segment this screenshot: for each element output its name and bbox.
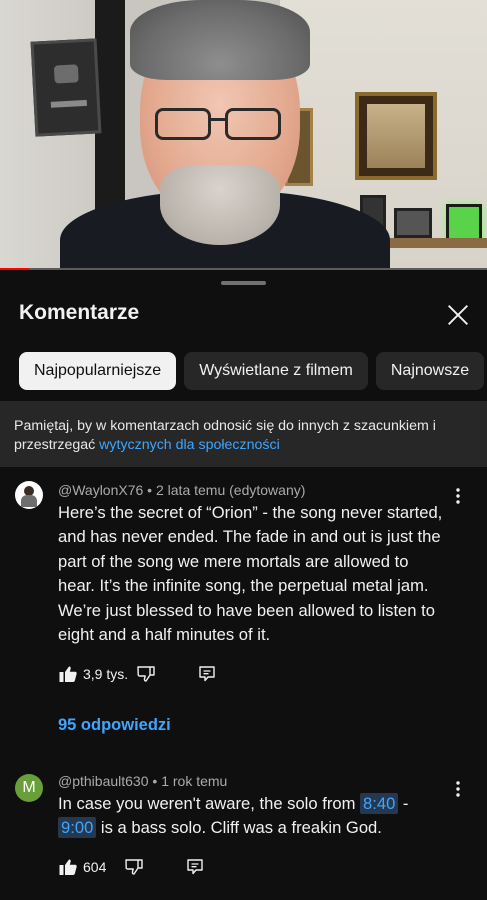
timestamp-link[interactable]: 9:00 [58, 817, 97, 839]
comment-text-part: is a bass solo. Cliff was a freakin God. [96, 818, 382, 838]
like-count: 604 [83, 859, 107, 875]
timestamp-link[interactable]: 8:40 [360, 793, 399, 814]
drag-handle[interactable] [221, 281, 266, 285]
comment-actions: 3,9 tys. [58, 664, 358, 688]
more-options-button[interactable] [449, 779, 467, 799]
kebab-icon [456, 781, 460, 797]
reply-button[interactable] [197, 664, 217, 684]
chip-newest[interactable]: Najnowsze [375, 352, 485, 390]
guidelines-link[interactable]: wytycznych dla społeczności [99, 437, 280, 453]
comment-author[interactable]: @pthibault630 [58, 773, 149, 789]
video-wall-picture [355, 92, 437, 180]
thumbs-up-icon [59, 666, 77, 682]
reply-comment-icon [187, 859, 203, 875]
video-person-glasses-bridge [211, 118, 225, 121]
sort-chips: Najpopularniejsze Wyświetlane z filmem Naj… [19, 352, 487, 390]
video-player[interactable] [0, 0, 487, 270]
avatar[interactable]: M [15, 774, 43, 802]
comment-actions: 604 [58, 857, 358, 881]
comment-text-part: In case you weren't aware, the solo from [58, 794, 361, 813]
close-icon [448, 305, 468, 325]
more-options-button[interactable] [449, 486, 467, 506]
chip-top[interactable]: Najpopularniejsze [19, 352, 177, 390]
comment-text: In case you weren't aware, the solo from… [58, 792, 448, 841]
reply-button[interactable] [185, 857, 205, 877]
dislike-button[interactable] [136, 664, 156, 684]
video-person-beard [160, 165, 280, 245]
thumbs-down-icon [137, 666, 155, 682]
comment-meta: @WaylonX76 • 2 lata temu (edytowany) [58, 482, 306, 498]
dislike-button[interactable] [124, 857, 144, 877]
reply-comment-icon [199, 666, 215, 682]
video-person-hair [130, 0, 310, 80]
comment-author[interactable]: @WaylonX76 [58, 482, 143, 498]
video-shelf-frame [394, 208, 432, 238]
comment-time: 2 lata temu (edytowany) [155, 482, 306, 498]
comments-sheet: Komentarze Najpopularniejsze Wyświetlane … [0, 270, 487, 900]
community-notice: Pamiętaj, by w komentarzach odnosić się … [0, 401, 487, 467]
comment-meta: @pthibault630 • 1 rok temu [58, 773, 228, 789]
avatar[interactable] [15, 481, 43, 509]
like-count: 3,9 tys. [83, 666, 129, 682]
video-person-glasses [155, 108, 211, 140]
close-button[interactable] [444, 301, 472, 329]
chip-timed[interactable]: Wyświetlane z filmem [184, 352, 368, 390]
thumbs-down-icon [125, 859, 143, 875]
kebab-icon [456, 488, 460, 504]
comment-text: Here’s the secret of “Orion” - the song … [58, 503, 443, 645]
comment-time: 1 rok temu [161, 773, 228, 789]
video-award-plaque [30, 38, 102, 137]
comment-text-part: - [398, 794, 409, 813]
replies-link[interactable]: 95 odpowiedzi [58, 716, 171, 735]
like-button[interactable] [58, 664, 78, 684]
sheet-title: Komentarze [19, 301, 140, 324]
like-button[interactable] [58, 857, 78, 877]
thumbs-up-icon [59, 859, 77, 875]
video-green-light [446, 204, 482, 242]
video-person-glasses [225, 108, 281, 140]
